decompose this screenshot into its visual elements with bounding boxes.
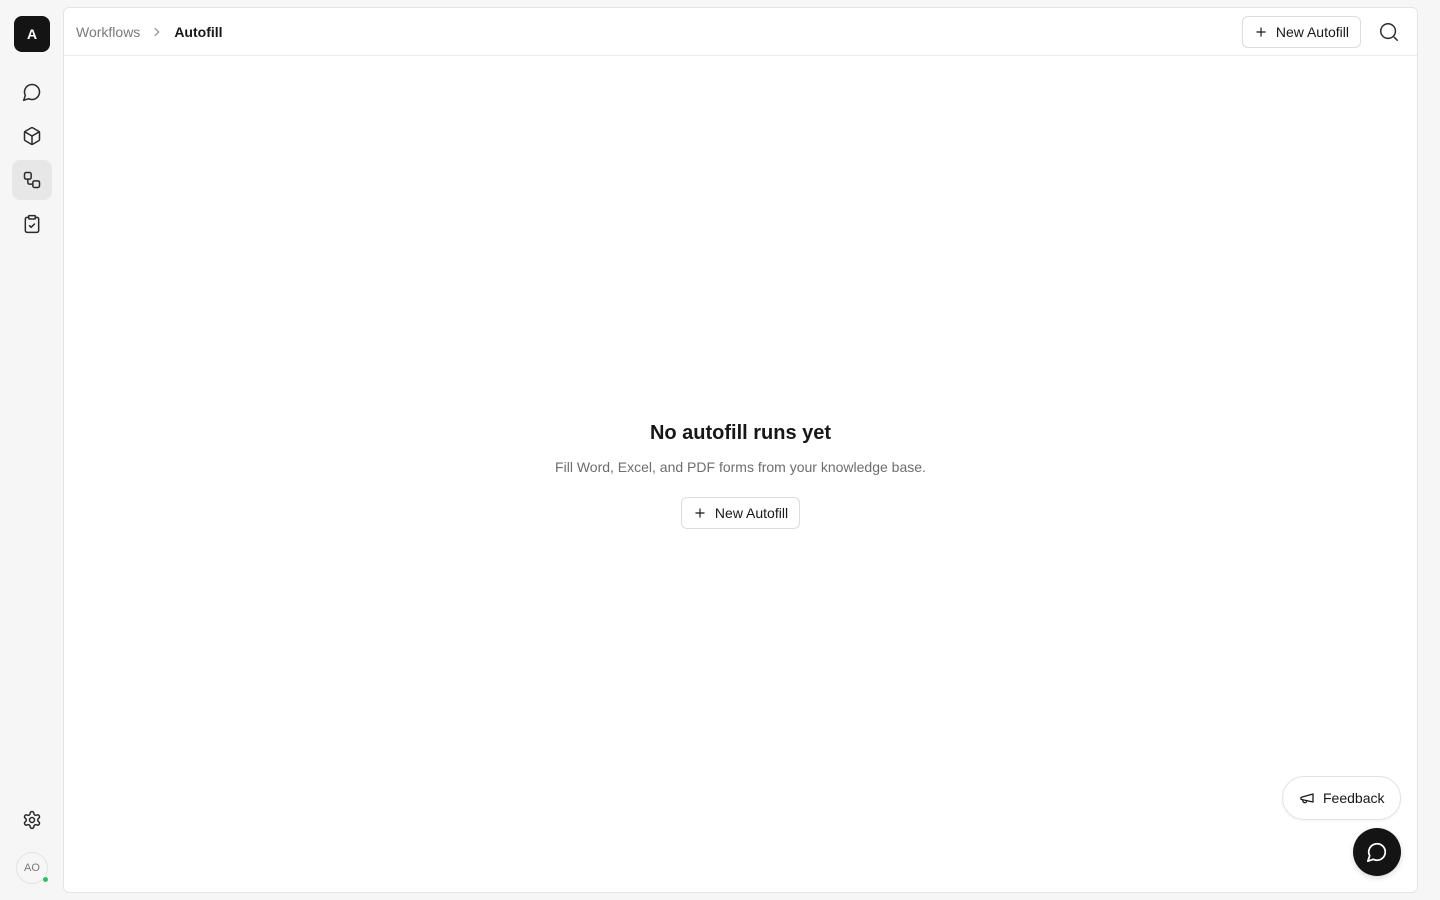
rail-nav: [12, 72, 52, 244]
empty-state-subtitle: Fill Word, Excel, and PDF forms from you…: [555, 459, 926, 475]
left-rail: A AO: [0, 0, 64, 900]
rail-item-chat[interactable]: [12, 72, 52, 112]
workflow-icon: [23, 171, 41, 189]
megaphone-icon: [1300, 793, 1314, 804]
new-autofill-button[interactable]: New Autofill: [1241, 15, 1361, 48]
message-circle-icon: [22, 83, 41, 102]
empty-new-autofill-label: New Autofill: [714, 505, 789, 521]
empty-state-title: No autofill runs yet: [649, 422, 832, 444]
rail-item-knowledge[interactable]: [12, 116, 52, 156]
feedback-label: Feedback: [1323, 790, 1385, 806]
search-icon: [1380, 22, 1398, 41]
breadcrumb-workflows[interactable]: Workflows: [76, 24, 140, 40]
breadcrumb-autofill: Autofill: [174, 23, 223, 40]
search-button[interactable]: [1373, 16, 1405, 48]
settings-button[interactable]: [12, 800, 52, 840]
workspace-logo[interactable]: A: [14, 16, 50, 52]
chat-fab[interactable]: [1353, 828, 1401, 876]
rail-item-workflows[interactable]: [12, 160, 52, 200]
main-panel: Workflows Autofill New Autofill No autof…: [63, 7, 1418, 893]
new-autofill-label: New Autofill: [1275, 23, 1349, 40]
top-actions: New Autofill: [1241, 15, 1405, 48]
presence-indicator: [42, 876, 49, 883]
plus-icon: [1256, 26, 1266, 37]
empty-new-autofill-button[interactable]: New Autofill: [680, 497, 801, 529]
avatar-initials: AO: [24, 862, 40, 874]
user-avatar[interactable]: AO: [16, 852, 49, 884]
feedback-button[interactable]: Feedback: [1282, 776, 1402, 820]
message-circle-icon: [1366, 842, 1387, 863]
rail-item-tasks[interactable]: [12, 204, 52, 244]
clipboard-check-icon: [24, 214, 40, 234]
chevron-right-icon: [150, 25, 164, 39]
rail-bottom: AO: [0, 800, 64, 884]
gear-icon: [23, 810, 41, 830]
top-bar: Workflows Autofill New Autofill: [64, 8, 1417, 56]
plus-icon: [695, 508, 705, 518]
cube-icon: [23, 126, 41, 146]
empty-state: No autofill runs yet Fill Word, Excel, a…: [64, 422, 1417, 529]
breadcrumb: Workflows Autofill: [76, 24, 223, 40]
